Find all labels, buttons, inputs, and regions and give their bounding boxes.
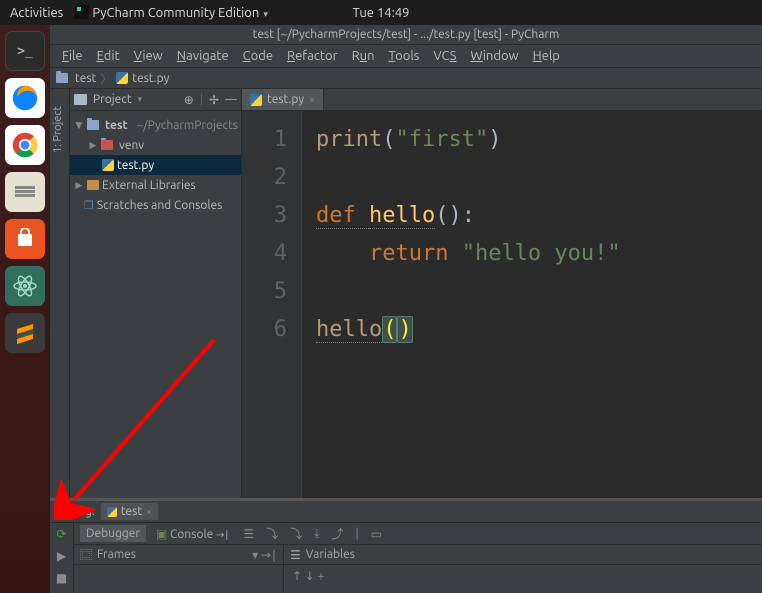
code-content[interactable]: print("first") def hello(): return "hell…	[302, 111, 762, 498]
editor-tabs: test.py ×	[242, 89, 762, 111]
debug-config-tab[interactable]: test ×	[101, 503, 158, 520]
rerun-icon[interactable]: ⟳	[56, 527, 66, 541]
gnome-topbar: Activities PyCharm Community Edition▾ Tu…	[0, 0, 762, 25]
launcher-files[interactable]	[5, 172, 45, 212]
pycharm-window: test [~/PycharmProjects/test] - .../test…	[50, 25, 762, 593]
debug-toolbar: ⟳ ▶ ■	[50, 523, 74, 593]
menu-navigate[interactable]: Navigate	[171, 47, 235, 65]
collapse-icon[interactable]: —	[225, 93, 237, 106]
tree-scratches[interactable]: ❐ Scratches and Consoles	[70, 195, 241, 215]
folder-icon	[87, 120, 99, 130]
debug-tool-window: Debug: test × ⟳ ▶ ■ Debugger ▣ Console →…	[50, 498, 762, 593]
debug-title-label: Debug:	[56, 505, 95, 518]
settings-gear-icon[interactable]: ✢	[209, 93, 219, 107]
breadcrumb: test 〉 test.py	[50, 67, 762, 89]
close-icon[interactable]: ×	[146, 506, 152, 517]
variables-panel: ☰ Variables ↑ ↓ +	[284, 545, 762, 593]
menu-file[interactable]: File	[56, 47, 89, 65]
tree-external-libraries[interactable]: ▶ External Libraries	[70, 175, 241, 195]
editor-tab-testpy[interactable]: test.py ×	[242, 88, 324, 110]
menu-bar: File Edit View Navigate Code Refactor Ru…	[50, 45, 762, 67]
frames-icon: ⿴	[80, 546, 92, 563]
launcher-terminal[interactable]: >_	[5, 31, 45, 71]
force-step-icon[interactable]: ⤓	[310, 527, 323, 541]
libraries-icon	[87, 180, 99, 190]
tool-window-stripe[interactable]: 1: Project	[50, 89, 70, 498]
python-file-icon	[102, 159, 114, 171]
step-over-icon[interactable]: ☰	[239, 527, 258, 541]
step-into-icon[interactable]: ⤵	[262, 525, 282, 542]
console-tab[interactable]: ▣ Console →∣	[150, 525, 235, 543]
project-view-icon	[74, 94, 87, 105]
folder-icon	[56, 73, 68, 83]
resume-icon[interactable]: ▶	[57, 549, 66, 563]
python-file-icon	[250, 94, 262, 106]
step-into-my-icon[interactable]: ⤵	[286, 525, 306, 542]
breadcrumb-file[interactable]: test.py	[132, 72, 169, 85]
scratches-icon: ❐	[84, 199, 94, 212]
menu-edit[interactable]: Edit	[91, 47, 126, 65]
launcher-chrome[interactable]	[5, 125, 45, 165]
menu-view[interactable]: View	[128, 47, 169, 65]
menu-help[interactable]: Help	[527, 47, 566, 65]
app-menu[interactable]: PyCharm Community Edition▾	[75, 5, 268, 20]
project-tree: ▼ test ~/PycharmProjects ▶ venv test.py …	[70, 111, 241, 219]
menu-run[interactable]: Run	[346, 47, 381, 65]
menu-code[interactable]: Code	[237, 47, 279, 65]
tree-venv[interactable]: ▶ venv	[70, 135, 241, 155]
editor-area: test.py × 1 2 3 4 5 6 print("first") def…	[242, 89, 762, 498]
clock[interactable]: Tue 14:49	[353, 6, 410, 20]
variables-label: Variables	[306, 548, 355, 561]
step-out-icon[interactable]: ⤴	[328, 525, 348, 542]
menu-refactor[interactable]: Refactor	[281, 47, 344, 65]
stop-icon[interactable]: ■	[56, 571, 67, 585]
launcher-sublime[interactable]	[5, 313, 45, 353]
activities-button[interactable]: Activities	[10, 6, 63, 20]
menu-window[interactable]: Window	[464, 47, 524, 65]
window-title: test [~/PycharmProjects/test] - .../test…	[50, 25, 762, 45]
ubuntu-dock: >_ PC	[0, 25, 50, 593]
close-tab-icon[interactable]: ×	[309, 94, 315, 106]
thread-dropdown[interactable]: ▾ →∣	[252, 548, 277, 562]
menu-vcs[interactable]: VCS	[427, 47, 462, 65]
project-panel-title[interactable]: Project	[93, 93, 132, 106]
debugger-tab[interactable]: Debugger	[80, 525, 146, 542]
launcher-ubuntu-software[interactable]	[5, 219, 45, 259]
python-file-icon	[116, 72, 128, 84]
menu-tools[interactable]: Tools	[383, 47, 426, 65]
python-file-icon	[107, 507, 117, 517]
evaluate-icon[interactable]: ▭	[367, 527, 386, 541]
project-tool-window: Project ▾ ⊕ | ✢ — ▼ test ~/PycharmProjec…	[70, 89, 242, 498]
add-watch-button[interactable]: +	[318, 570, 325, 583]
gutter[interactable]: 1 2 3 4 5 6	[242, 111, 302, 498]
tree-file-testpy[interactable]: test.py	[70, 155, 241, 175]
launcher-firefox[interactable]	[5, 78, 45, 118]
project-tool-tab[interactable]: 1: Project	[52, 106, 64, 153]
folder-icon	[101, 140, 113, 150]
autoscroll-icon[interactable]: ⊕	[184, 93, 194, 107]
frames-panel: ⿴ Frames ▾ →∣	[74, 545, 284, 593]
variables-icon: ☰	[290, 548, 301, 562]
code-editor[interactable]: 1 2 3 4 5 6 print("first") def hello(): …	[242, 111, 762, 498]
launcher-atom[interactable]	[5, 266, 45, 306]
frames-label: Frames	[97, 548, 136, 561]
breadcrumb-project[interactable]: test	[75, 72, 96, 85]
tree-root[interactable]: ▼ test ~/PycharmProjects	[70, 115, 241, 135]
